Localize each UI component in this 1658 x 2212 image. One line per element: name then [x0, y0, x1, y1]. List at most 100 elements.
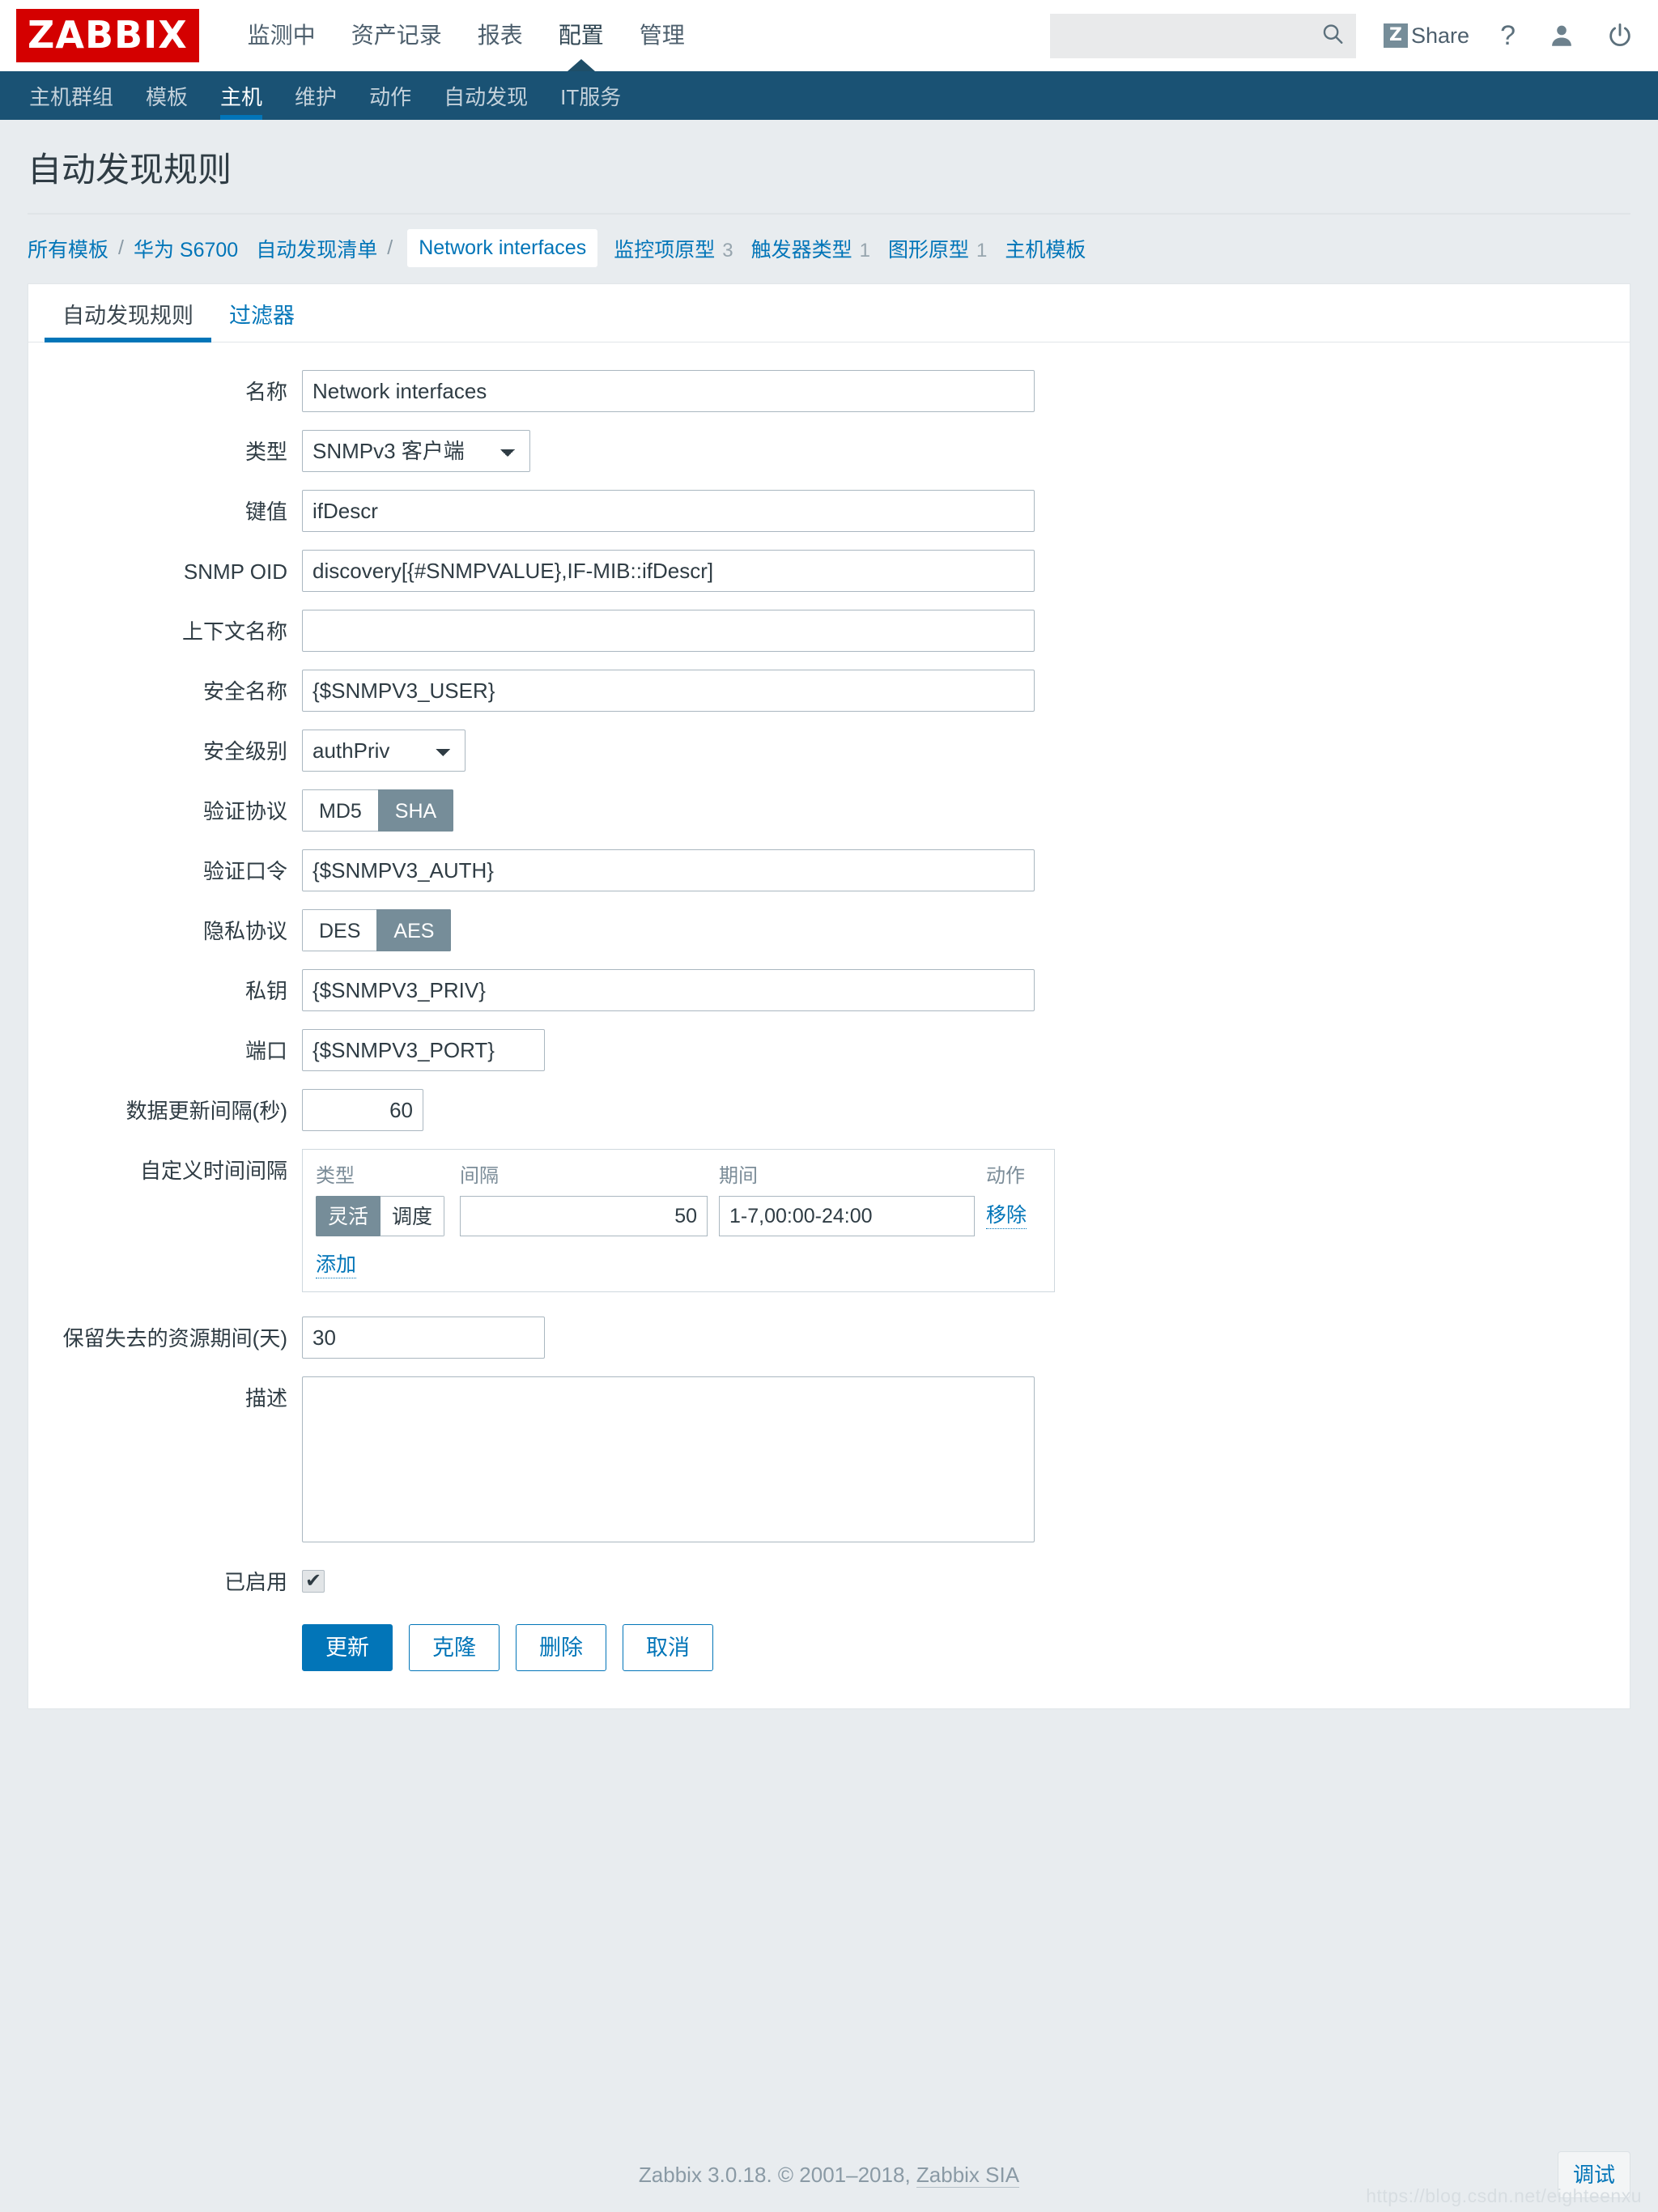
footer-copyright: Zabbix 3.0.18. © 2001–2018, Zabbix SIA: [638, 2162, 1020, 2188]
subnav-item-maintenance[interactable]: 维护: [278, 71, 353, 120]
breadcrumb-trigger-prototypes-count: 1: [859, 239, 870, 262]
page-title-wrap: 自动发现规则: [0, 120, 1658, 215]
priv-protocol-option-aes[interactable]: AES: [376, 909, 452, 951]
snmp-oid-input[interactable]: [302, 550, 1035, 592]
breadcrumb-trigger-prototypes-link[interactable]: 触发器类型: [751, 234, 852, 263]
breadcrumb-trigger-prototypes[interactable]: 触发器类型 1: [751, 234, 870, 263]
user-icon[interactable]: [1548, 22, 1575, 49]
power-off-icon[interactable]: [1606, 22, 1634, 49]
breadcrumb-item-prototypes[interactable]: 监控项原型 3: [614, 234, 733, 263]
share-button[interactable]: Z Share: [1384, 23, 1469, 49]
subnav-item-host-groups[interactable]: 主机群组: [13, 71, 130, 120]
action-buttons: 更新 克隆 删除 取消: [302, 1613, 713, 1672]
auth-passphrase-input[interactable]: [302, 849, 1035, 891]
column-header-period: 期间: [719, 1165, 758, 1187]
breadcrumb-item-prototypes-link[interactable]: 监控项原型: [614, 234, 715, 263]
breadcrumb-graph-prototypes[interactable]: 图形原型 1: [888, 234, 987, 263]
interval-type-segmented: 灵活 调度: [316, 1196, 445, 1236]
breadcrumb-graph-prototypes-count: 1: [976, 239, 988, 262]
breadcrumb-separator-2: /: [387, 236, 393, 259]
breadcrumb-graph-prototypes-link[interactable]: 图形原型: [888, 234, 969, 263]
subnav-item-hosts[interactable]: 主机: [204, 71, 278, 120]
auth-protocol-option-md5[interactable]: MD5: [302, 789, 378, 832]
context-name-input[interactable]: [302, 610, 1035, 652]
search-input[interactable]: [1050, 13, 1357, 58]
custom-intervals-add-row: 添加: [316, 1236, 1041, 1279]
name-input[interactable]: [302, 370, 1035, 412]
interval-period-input[interactable]: [719, 1196, 975, 1236]
label-auth-passphrase: 验证口令: [202, 859, 287, 883]
label-priv-protocol: 隐私协议: [202, 919, 287, 943]
footer-zabbix-sia-link[interactable]: Zabbix SIA: [916, 2162, 1020, 2188]
table-row: 灵活 调度 移除: [316, 1196, 1041, 1236]
label-security-level: 安全级别: [202, 739, 287, 764]
form-row-custom-intervals: 自定义时间间隔 类型 间隔 期间 动作 灵活 调度 50 1-7,00:00-2…: [28, 1149, 1630, 1293]
interval-type-option-scheduling[interactable]: 调度: [380, 1196, 445, 1236]
form-row-actions: 更新 克隆 删除 取消: [28, 1613, 1630, 1672]
search-icon[interactable]: [1320, 22, 1345, 50]
security-name-input[interactable]: [302, 670, 1035, 712]
form-row-priv-passphrase: 私钥: [28, 969, 1630, 1011]
page-title: 自动发现规则: [28, 143, 1630, 215]
subnav-item-templates[interactable]: 模板: [130, 71, 204, 120]
keep-lost-resources-input[interactable]: [302, 1317, 545, 1359]
security-level-select[interactable]: authPriv: [302, 730, 466, 772]
clone-button[interactable]: 克隆: [409, 1624, 500, 1672]
interval-type-option-flexible[interactable]: 灵活: [316, 1196, 380, 1236]
breadcrumb-item-prototypes-count: 3: [722, 239, 733, 262]
subnav-item-discovery[interactable]: 自动发现: [427, 71, 544, 120]
column-header-type: 类型: [316, 1165, 355, 1187]
key-input[interactable]: [302, 490, 1035, 532]
breadcrumb-discovery-list[interactable]: 自动发现清单: [256, 234, 377, 263]
form-row-name: 名称: [28, 370, 1630, 412]
remove-interval-link[interactable]: 移除: [986, 1203, 1027, 1230]
priv-passphrase-input[interactable]: [302, 969, 1035, 1011]
label-custom-intervals: 自定义时间间隔: [139, 1159, 287, 1183]
tab-discovery-rule[interactable]: 自动发现规则: [45, 305, 211, 342]
form-row-snmp-oid: SNMP OID: [28, 550, 1630, 592]
update-interval-input[interactable]: [302, 1089, 423, 1131]
form-row-port: 端口: [28, 1029, 1630, 1071]
label-enabled: 已启用: [223, 1570, 287, 1595]
subnav-item-actions[interactable]: 动作: [353, 71, 427, 120]
main-menu: 监测中 资产记录 报表 配置 管理: [230, 0, 703, 71]
menu-item-administration[interactable]: 管理: [622, 0, 703, 71]
label-keep-lost-resources: 保留失去的资源期间(天): [62, 1326, 287, 1351]
label-actions-spacer: [28, 1613, 302, 1623]
breadcrumb-host-prototypes[interactable]: 主机模板: [1005, 234, 1086, 263]
menu-item-reports[interactable]: 报表: [460, 0, 541, 71]
description-textarea[interactable]: [302, 1376, 1035, 1543]
label-priv-passphrase: 私钥: [244, 979, 287, 1003]
label-snmp-oid: SNMP OID: [183, 559, 287, 584]
page-spacer: [0, 1709, 1658, 2138]
menu-item-monitoring[interactable]: 监测中: [230, 0, 334, 71]
menu-item-inventory[interactable]: 资产记录: [334, 0, 460, 71]
subnav-item-it-services[interactable]: IT服务: [544, 71, 637, 120]
cancel-button[interactable]: 取消: [623, 1624, 713, 1672]
footer-copyright-text: Zabbix 3.0.18. © 2001–2018,: [638, 2162, 916, 2187]
breadcrumb-current-network-interfaces[interactable]: Network interfaces: [407, 229, 598, 267]
zabbix-logo[interactable]: ZABBIX: [16, 9, 199, 62]
form-row-update-interval: 数据更新间隔(秒): [28, 1089, 1630, 1131]
delete-button[interactable]: 删除: [516, 1624, 606, 1672]
priv-protocol-option-des[interactable]: DES: [302, 909, 377, 951]
debug-button[interactable]: 调试: [1557, 2151, 1630, 2198]
search-box[interactable]: [1050, 13, 1357, 58]
auth-protocol-option-sha[interactable]: SHA: [377, 789, 454, 832]
enabled-checkbox[interactable]: ✔: [302, 1570, 325, 1593]
breadcrumb-all-templates[interactable]: 所有模板: [28, 234, 108, 263]
checkmark-icon: ✔: [304, 1570, 322, 1593]
label-description: 描述: [244, 1386, 287, 1411]
add-interval-link[interactable]: 添加: [316, 1253, 357, 1279]
type-select[interactable]: SNMPv3 客户端: [302, 430, 530, 472]
help-icon[interactable]: ?: [1500, 20, 1516, 52]
form-row-security-name: 安全名称: [28, 670, 1630, 712]
update-button[interactable]: 更新: [302, 1624, 393, 1672]
tab-filters[interactable]: 过滤器: [211, 305, 312, 342]
menu-item-configuration[interactable]: 配置: [541, 0, 622, 71]
breadcrumb-host-huawei-s6700[interactable]: 华为 S6700: [134, 234, 238, 263]
header-right-tools: Z Share ?: [1050, 13, 1637, 58]
breadcrumb-host-prototypes-link[interactable]: 主机模板: [1005, 234, 1086, 263]
port-input[interactable]: [302, 1029, 545, 1071]
interval-value-input[interactable]: [460, 1196, 708, 1236]
